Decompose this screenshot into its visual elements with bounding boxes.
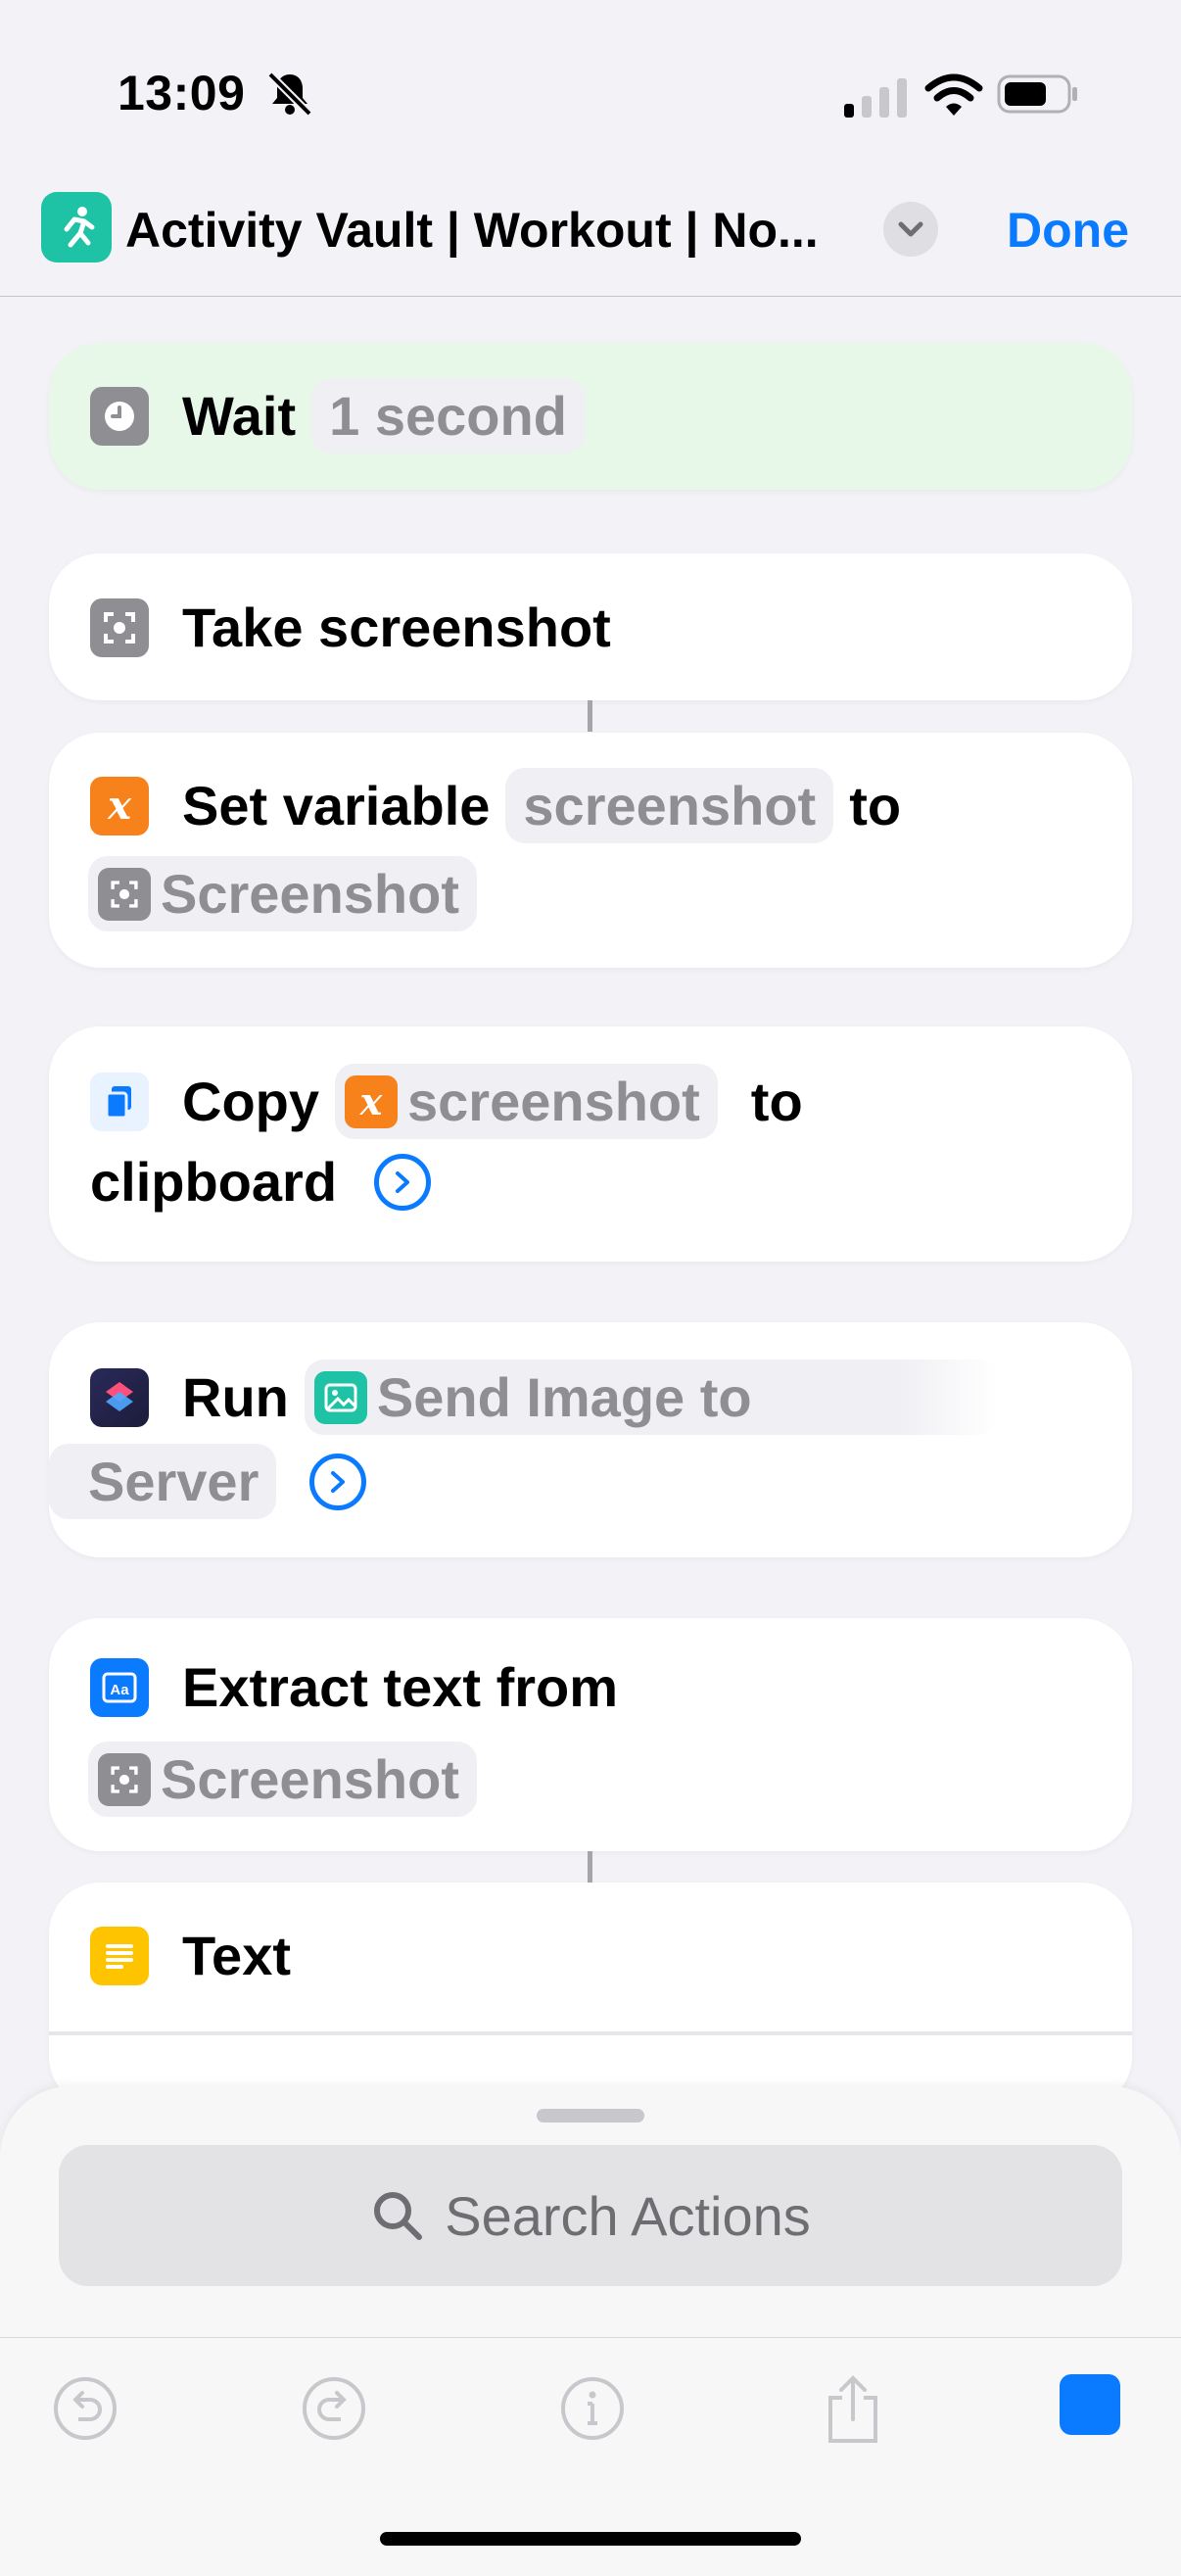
screenshot-icon — [90, 597, 149, 657]
take-screenshot-row: Take screenshot — [90, 596, 611, 659]
title-menu-button[interactable] — [883, 202, 938, 257]
wifi-icon — [924, 73, 983, 116]
divider — [49, 2031, 1132, 2035]
set-variable-label: Set variable — [182, 775, 491, 836]
silent-bell-icon — [267, 72, 312, 117]
battery-icon — [997, 74, 1077, 114]
set-variable-row-1: x Set variable screenshot to — [90, 768, 901, 843]
screenshot-value-label: Screenshot — [161, 863, 459, 925]
copy-row-2: clipboard — [90, 1150, 432, 1214]
shortcut-name-part1: Send Image to — [376, 1366, 752, 1428]
text-row: Text — [90, 1924, 291, 1987]
set-variable-row-2: Screenshot — [88, 856, 493, 931]
variable-icon: x — [90, 776, 149, 835]
copy-variable-label: screenshot — [407, 1071, 700, 1132]
extract-row-2: Screenshot — [88, 1741, 493, 1817]
wait-row: Wait 1 second — [90, 378, 600, 453]
text-recognition-icon: Aa — [90, 1657, 149, 1717]
share-icon — [828, 2375, 877, 2443]
shortcut-app-icon[interactable] — [41, 192, 112, 262]
share-button[interactable] — [819, 2374, 887, 2443]
document-copy-icon — [90, 1072, 149, 1131]
redo-button[interactable] — [300, 2374, 368, 2443]
home-indicator — [380, 2532, 801, 2546]
copy-row-1: Copy x screenshot to — [90, 1064, 803, 1139]
svg-text:Aa: Aa — [110, 1682, 129, 1698]
shortcut-token-continued[interactable]: Server — [49, 1444, 277, 1519]
action-connector — [588, 1851, 592, 1883]
sheet-grabber[interactable] — [537, 2109, 644, 2123]
extract-label: Extract text from — [182, 1656, 619, 1718]
wait-label: Wait — [182, 385, 297, 447]
copy-variable-token[interactable]: x screenshot — [335, 1064, 718, 1139]
expand-options-button[interactable] — [374, 1153, 432, 1211]
shortcut-token[interactable]: Send Image to — [304, 1360, 998, 1435]
search-actions-field[interactable]: Search Actions — [59, 2145, 1122, 2286]
search-icon — [374, 2192, 423, 2240]
screenshot-icon — [98, 1752, 151, 1806]
redo-icon — [303, 2377, 365, 2440]
action-text[interactable] — [49, 1883, 1132, 2108]
extract-source-label: Screenshot — [161, 1748, 459, 1810]
undo-button[interactable] — [51, 2374, 119, 2443]
chevron-right-icon — [396, 1170, 410, 1193]
expand-options-button[interactable] — [309, 1453, 367, 1510]
undo-icon — [54, 2377, 117, 2440]
set-variable-to-label: to — [849, 775, 902, 836]
action-run-shortcut[interactable] — [49, 1322, 1132, 1557]
take-screenshot-label: Take screenshot — [182, 596, 611, 658]
extract-source-token[interactable]: Screenshot — [88, 1741, 477, 1817]
clock-icon — [90, 386, 149, 446]
text-action-label: Text — [182, 1925, 291, 1986]
cellular-signal-icon — [844, 78, 907, 118]
copy-label: Copy — [182, 1071, 319, 1132]
shortcuts-app-icon — [90, 1367, 149, 1427]
info-icon — [561, 2377, 624, 2440]
run-label: Run — [182, 1366, 289, 1428]
wait-duration-token[interactable]: 1 second — [311, 378, 585, 453]
shortcut-title[interactable]: Activity Vault | Workout | No... — [125, 202, 870, 259]
search-placeholder: Search Actions — [445, 2184, 811, 2247]
photo-icon — [313, 1370, 367, 1424]
screenshot-value-token[interactable]: Screenshot — [88, 856, 477, 931]
action-connector — [588, 700, 592, 732]
done-button[interactable]: Done — [1007, 202, 1129, 259]
copy-to-label: to — [750, 1071, 803, 1132]
status-time: 13:09 — [118, 66, 246, 120]
run-row-1: Run Send Image to — [90, 1360, 1014, 1435]
run-row-2: Server — [49, 1444, 367, 1519]
action-copy-to-clipboard[interactable] — [49, 1026, 1132, 1262]
chevron-right-icon — [331, 1470, 346, 1493]
extract-row-1: Aa Extract text from — [90, 1655, 618, 1719]
variable-icon: x — [345, 1074, 398, 1128]
copy-clipboard-label: clipboard — [90, 1151, 338, 1213]
screenshot-icon — [98, 867, 151, 921]
chevron-down-icon — [898, 221, 923, 237]
stop-run-button[interactable] — [1060, 2374, 1120, 2435]
info-button[interactable] — [558, 2374, 627, 2443]
running-figure-icon — [64, 207, 95, 248]
text-lines-icon — [90, 1926, 149, 1985]
variable-name-token[interactable]: screenshot — [505, 768, 834, 843]
